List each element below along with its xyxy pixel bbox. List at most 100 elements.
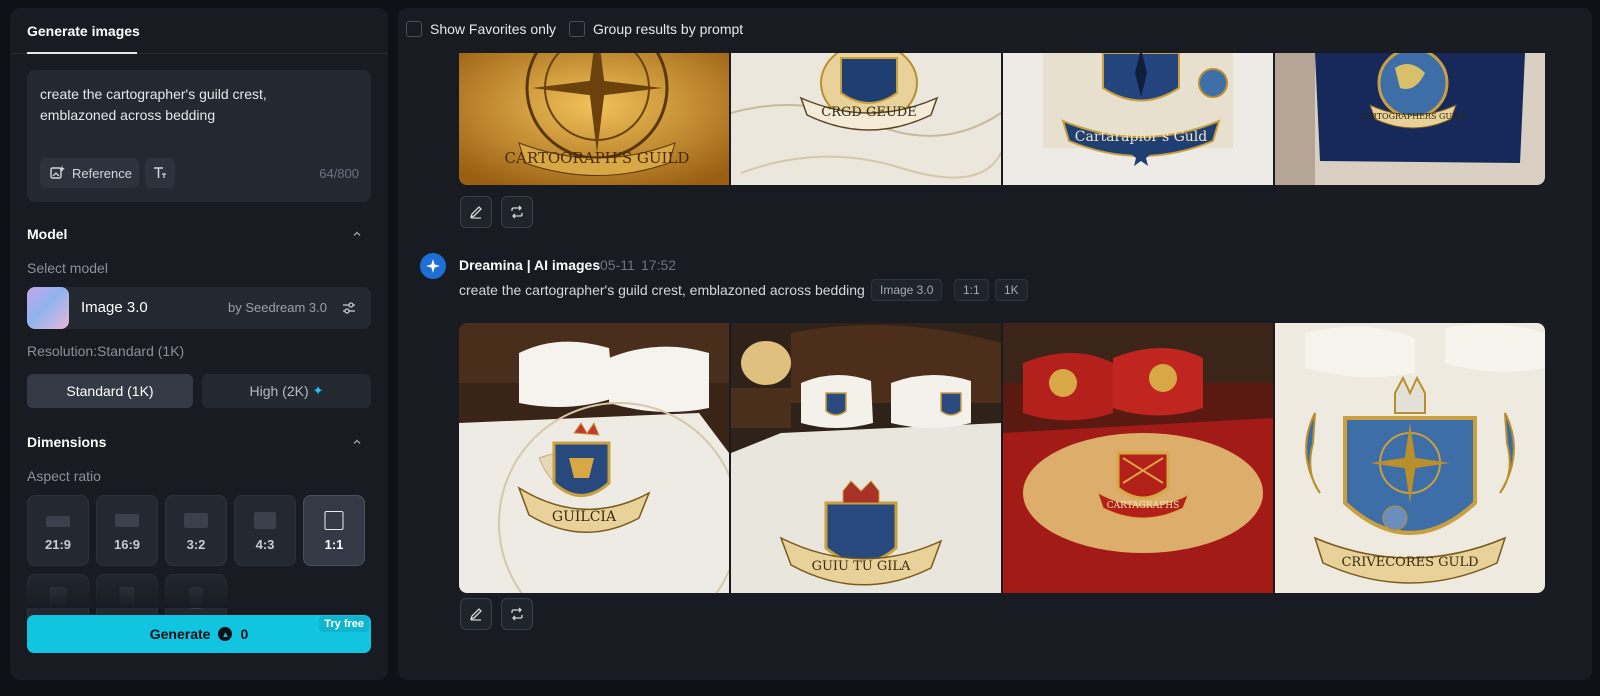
generated-image[interactable]: CRGD GEUDE bbox=[731, 53, 1001, 185]
image-content: CRGD GEUDE bbox=[731, 53, 1001, 185]
generate-cost: 0 bbox=[240, 626, 249, 642]
select-model-label: Select model bbox=[27, 260, 108, 276]
group-by-prompt-label: Group results by prompt bbox=[593, 21, 744, 37]
scroll-fade bbox=[10, 568, 388, 608]
model-thumbnail bbox=[27, 287, 69, 329]
dreamina-avatar bbox=[420, 253, 446, 279]
generated-image[interactable]: CRIVECORES GULD bbox=[1275, 323, 1545, 593]
model-name: Image 3.0 bbox=[81, 299, 148, 316]
generated-image[interactable]: CARTOGRAPHERS GUILD bbox=[1275, 53, 1545, 185]
image-content: CARTOGRAPHERS GUILD bbox=[1275, 53, 1545, 185]
ratio-16-9[interactable]: 16:9 bbox=[96, 495, 158, 566]
generate-panel: Generate images create the cartographer'… bbox=[10, 8, 388, 680]
regenerate-button[interactable] bbox=[501, 598, 533, 630]
generate-button[interactable]: Generate ▲ 0 Try free bbox=[27, 615, 371, 653]
image-content: CARTOORAPH'S GUILD bbox=[459, 53, 729, 185]
generated-image[interactable]: CARTOORAPH'S GUILD bbox=[459, 53, 729, 185]
generation-author: Dreamina | AI images bbox=[459, 257, 601, 273]
ratio-1-1[interactable]: 1:1 bbox=[303, 495, 365, 566]
reference-button[interactable]: Reference bbox=[40, 158, 139, 188]
filter-bar: Show Favorites only Group results by pro… bbox=[398, 8, 1592, 53]
svg-text:Cartarapior's Guld: Cartarapior's Guld bbox=[1075, 129, 1207, 145]
checkbox-box bbox=[569, 21, 585, 37]
try-free-badge: Try free bbox=[319, 616, 369, 632]
ratio-shape bbox=[324, 511, 344, 530]
tab-generate-images[interactable]: Generate images bbox=[27, 23, 140, 39]
sparkle-icon: ✦ bbox=[312, 383, 324, 398]
svg-text:GUILCIA: GUILCIA bbox=[552, 509, 617, 525]
ratio-label: 16:9 bbox=[113, 537, 141, 552]
generated-image[interactable]: Cartarapior's Guld bbox=[1003, 53, 1273, 185]
panel-tabs: Generate images bbox=[10, 8, 388, 54]
ratio-label: 3:2 bbox=[186, 537, 206, 552]
image-content: CRIVECORES GULD bbox=[1275, 323, 1545, 593]
aspect-ratio-label: Aspect ratio bbox=[27, 468, 101, 484]
dimensions-section-title: Dimensions bbox=[27, 434, 107, 450]
edit-prompt-button[interactable] bbox=[460, 196, 492, 228]
image-content: GUIU TU GILA bbox=[731, 323, 1001, 593]
generation-prompt[interactable]: create the cartographer's guild crest, e… bbox=[459, 282, 865, 298]
svg-text:CRGD GEUDE: CRGD GEUDE bbox=[821, 105, 916, 120]
image-content: Cartarapior's Guld bbox=[1003, 53, 1273, 185]
image-add-icon bbox=[50, 166, 65, 179]
results-panel: Show Favorites only Group results by pro… bbox=[398, 8, 1592, 680]
current-image-row: GUILCIA GUIU TU GILA CARTAGRAPHS CRIVECO… bbox=[459, 323, 1545, 593]
credit-icon: ▲ bbox=[218, 627, 233, 641]
ratio-shape bbox=[46, 516, 70, 527]
model-selector[interactable]: Image 3.0 by Seedream 3.0 bbox=[27, 287, 371, 329]
ratio-3-2[interactable]: 3:2 bbox=[165, 495, 227, 566]
prompt-box[interactable]: create the cartographer's guild crest, e… bbox=[27, 70, 371, 202]
svg-text:CRIVECORES GULD: CRIVECORES GULD bbox=[1341, 555, 1478, 570]
ratio-label: 1:1 bbox=[324, 537, 344, 552]
ratio-shape bbox=[115, 514, 139, 527]
svg-text:GUIU TU GILA: GUIU TU GILA bbox=[812, 559, 911, 574]
resolution-standard-button[interactable]: Standard (1K) bbox=[27, 374, 193, 408]
resolution-high-label: High (2K) bbox=[249, 383, 309, 399]
generate-label: Generate bbox=[149, 626, 211, 642]
repeat-icon bbox=[511, 205, 523, 219]
regenerate-button[interactable] bbox=[501, 196, 533, 228]
pencil-icon bbox=[469, 206, 482, 219]
ratio-21-9[interactable]: 21:9 bbox=[27, 495, 89, 566]
checkbox-box bbox=[406, 21, 422, 37]
reference-label: Reference bbox=[72, 165, 132, 181]
ratio-tag: 1:1 bbox=[954, 279, 989, 301]
app-root: Generate images create the cartographer'… bbox=[0, 0, 1600, 696]
text-icon bbox=[154, 167, 166, 178]
character-counter: 64/800 bbox=[319, 166, 359, 181]
svg-text:CARTAGRAPHS: CARTAGRAPHS bbox=[1107, 501, 1180, 511]
generated-image[interactable]: CARTAGRAPHS bbox=[1003, 323, 1273, 593]
model-section-title: Model bbox=[27, 226, 68, 242]
repeat-icon bbox=[511, 607, 523, 621]
svg-text:CARTOGRAPHERS GUILD: CARTOGRAPHERS GUILD bbox=[1359, 112, 1467, 121]
chevron-up-icon[interactable] bbox=[352, 437, 362, 447]
resolution-high-button[interactable]: High (2K) ✦ bbox=[202, 374, 371, 408]
text-format-button[interactable] bbox=[145, 158, 175, 188]
active-tab-indicator bbox=[27, 52, 137, 54]
generated-image[interactable]: GUIU TU GILA bbox=[731, 323, 1001, 593]
sliders-icon[interactable] bbox=[341, 300, 357, 316]
generated-image[interactable]: GUILCIA bbox=[459, 323, 729, 593]
ratio-label: 21:9 bbox=[44, 537, 72, 552]
edit-prompt-button[interactable] bbox=[460, 598, 492, 630]
svg-text:CARTOORAPH'S GUILD: CARTOORAPH'S GUILD bbox=[505, 149, 690, 167]
group-by-prompt-checkbox[interactable]: Group results by prompt bbox=[569, 21, 743, 37]
favorites-filter-checkbox[interactable]: Show Favorites only bbox=[406, 21, 556, 37]
resolution-label: Resolution:Standard (1K) bbox=[27, 343, 185, 359]
chevron-up-icon[interactable] bbox=[352, 229, 362, 239]
previous-image-row: CARTOORAPH'S GUILD CRGD GEUDE Cartarapio… bbox=[459, 53, 1545, 185]
dreamina-logo-icon bbox=[426, 259, 440, 273]
ratio-4-3[interactable]: 4:3 bbox=[234, 495, 296, 566]
favorites-filter-label: Show Favorites only bbox=[430, 21, 557, 37]
ratio-shape bbox=[184, 513, 208, 528]
ratio-shape bbox=[254, 512, 276, 529]
ratio-label: 4:3 bbox=[255, 537, 275, 552]
generation-date: 05-11 bbox=[600, 257, 635, 273]
prompt-input[interactable]: create the cartographer's guild crest, e… bbox=[40, 84, 340, 126]
model-provider: by Seedream 3.0 bbox=[227, 300, 327, 315]
image-content: GUILCIA bbox=[459, 323, 729, 593]
resolution-tag: 1K bbox=[995, 279, 1028, 301]
generation-time: 17:52 bbox=[641, 257, 677, 273]
model-tag: Image 3.0 bbox=[871, 279, 943, 301]
pencil-icon bbox=[469, 608, 482, 621]
